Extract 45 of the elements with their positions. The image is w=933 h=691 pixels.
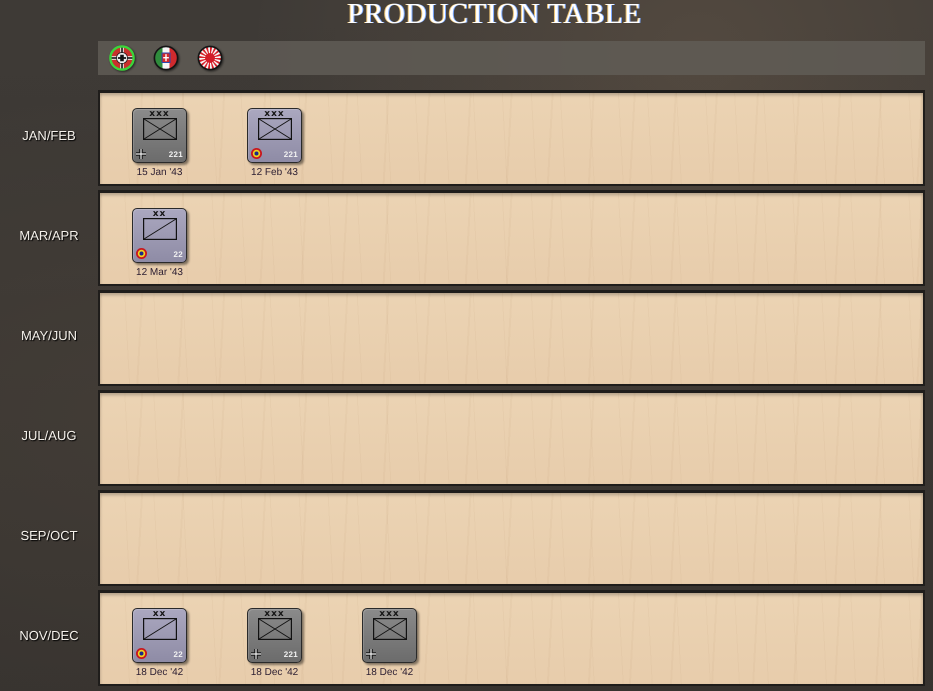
period-label: NOV/DEC	[19, 628, 79, 642]
cross-flag-icon[interactable]	[109, 45, 135, 71]
unit-counter[interactable]: xxx 221	[247, 608, 302, 663]
roundel-icon	[136, 648, 147, 659]
echelon-mark: xxx	[264, 610, 285, 618]
crossed-box-icon	[258, 618, 292, 640]
unit-counter[interactable]: xx 22	[132, 208, 187, 263]
period-label: SEP/OCT	[20, 528, 78, 542]
crossed-box-icon	[372, 618, 406, 640]
strength-number: 221	[284, 651, 298, 659]
roundel-icon	[136, 248, 147, 259]
echelon-mark: xx	[152, 210, 166, 218]
diagonal-box-icon	[142, 218, 176, 240]
period-label: JAN/FEB	[22, 128, 76, 142]
echelon-mark: xx	[152, 610, 166, 618]
strength-number: 221	[284, 151, 298, 159]
strength-number: 22	[174, 651, 183, 659]
echelon-mark: xxx	[264, 110, 285, 118]
period-label: JUL/AUG	[22, 428, 76, 442]
rising-sun-flag-icon[interactable]	[197, 45, 223, 71]
cross-emblem-icon	[251, 649, 261, 659]
date-label: 18 Dec '42	[250, 667, 298, 679]
strength-number: 22	[174, 251, 183, 259]
echelon-mark: xxx	[379, 610, 400, 618]
strength-number: 221	[168, 151, 183, 159]
diagonal-box-icon	[142, 618, 176, 640]
unit-counter[interactable]: xxx 221	[132, 108, 187, 163]
unit-counter[interactable]: xxx 221	[247, 108, 302, 163]
unit-counter[interactable]: xx 22	[132, 608, 187, 663]
period-label: MAY/JUN	[20, 328, 78, 342]
period-label: MAR/APR	[19, 228, 79, 242]
tricolor-flag-icon[interactable]	[153, 45, 179, 71]
page-title: PRODUCTION TABLE	[347, 0, 642, 28]
crossed-box-icon	[258, 118, 292, 140]
date-label: 12 Feb '43	[251, 167, 298, 179]
crossed-box-icon	[142, 118, 176, 140]
date-label: 12 Mar '43	[136, 267, 183, 279]
echelon-mark: xxx	[149, 110, 170, 118]
roundel-icon	[251, 148, 262, 159]
unit-counter[interactable]: xxx	[362, 608, 417, 663]
date-label: 15 Jan '43	[136, 167, 182, 179]
date-label: 18 Dec '42	[366, 667, 414, 679]
cross-emblem-icon	[136, 149, 146, 159]
date-label: 18 Dec '42	[136, 667, 184, 679]
cross-emblem-icon	[366, 649, 376, 659]
